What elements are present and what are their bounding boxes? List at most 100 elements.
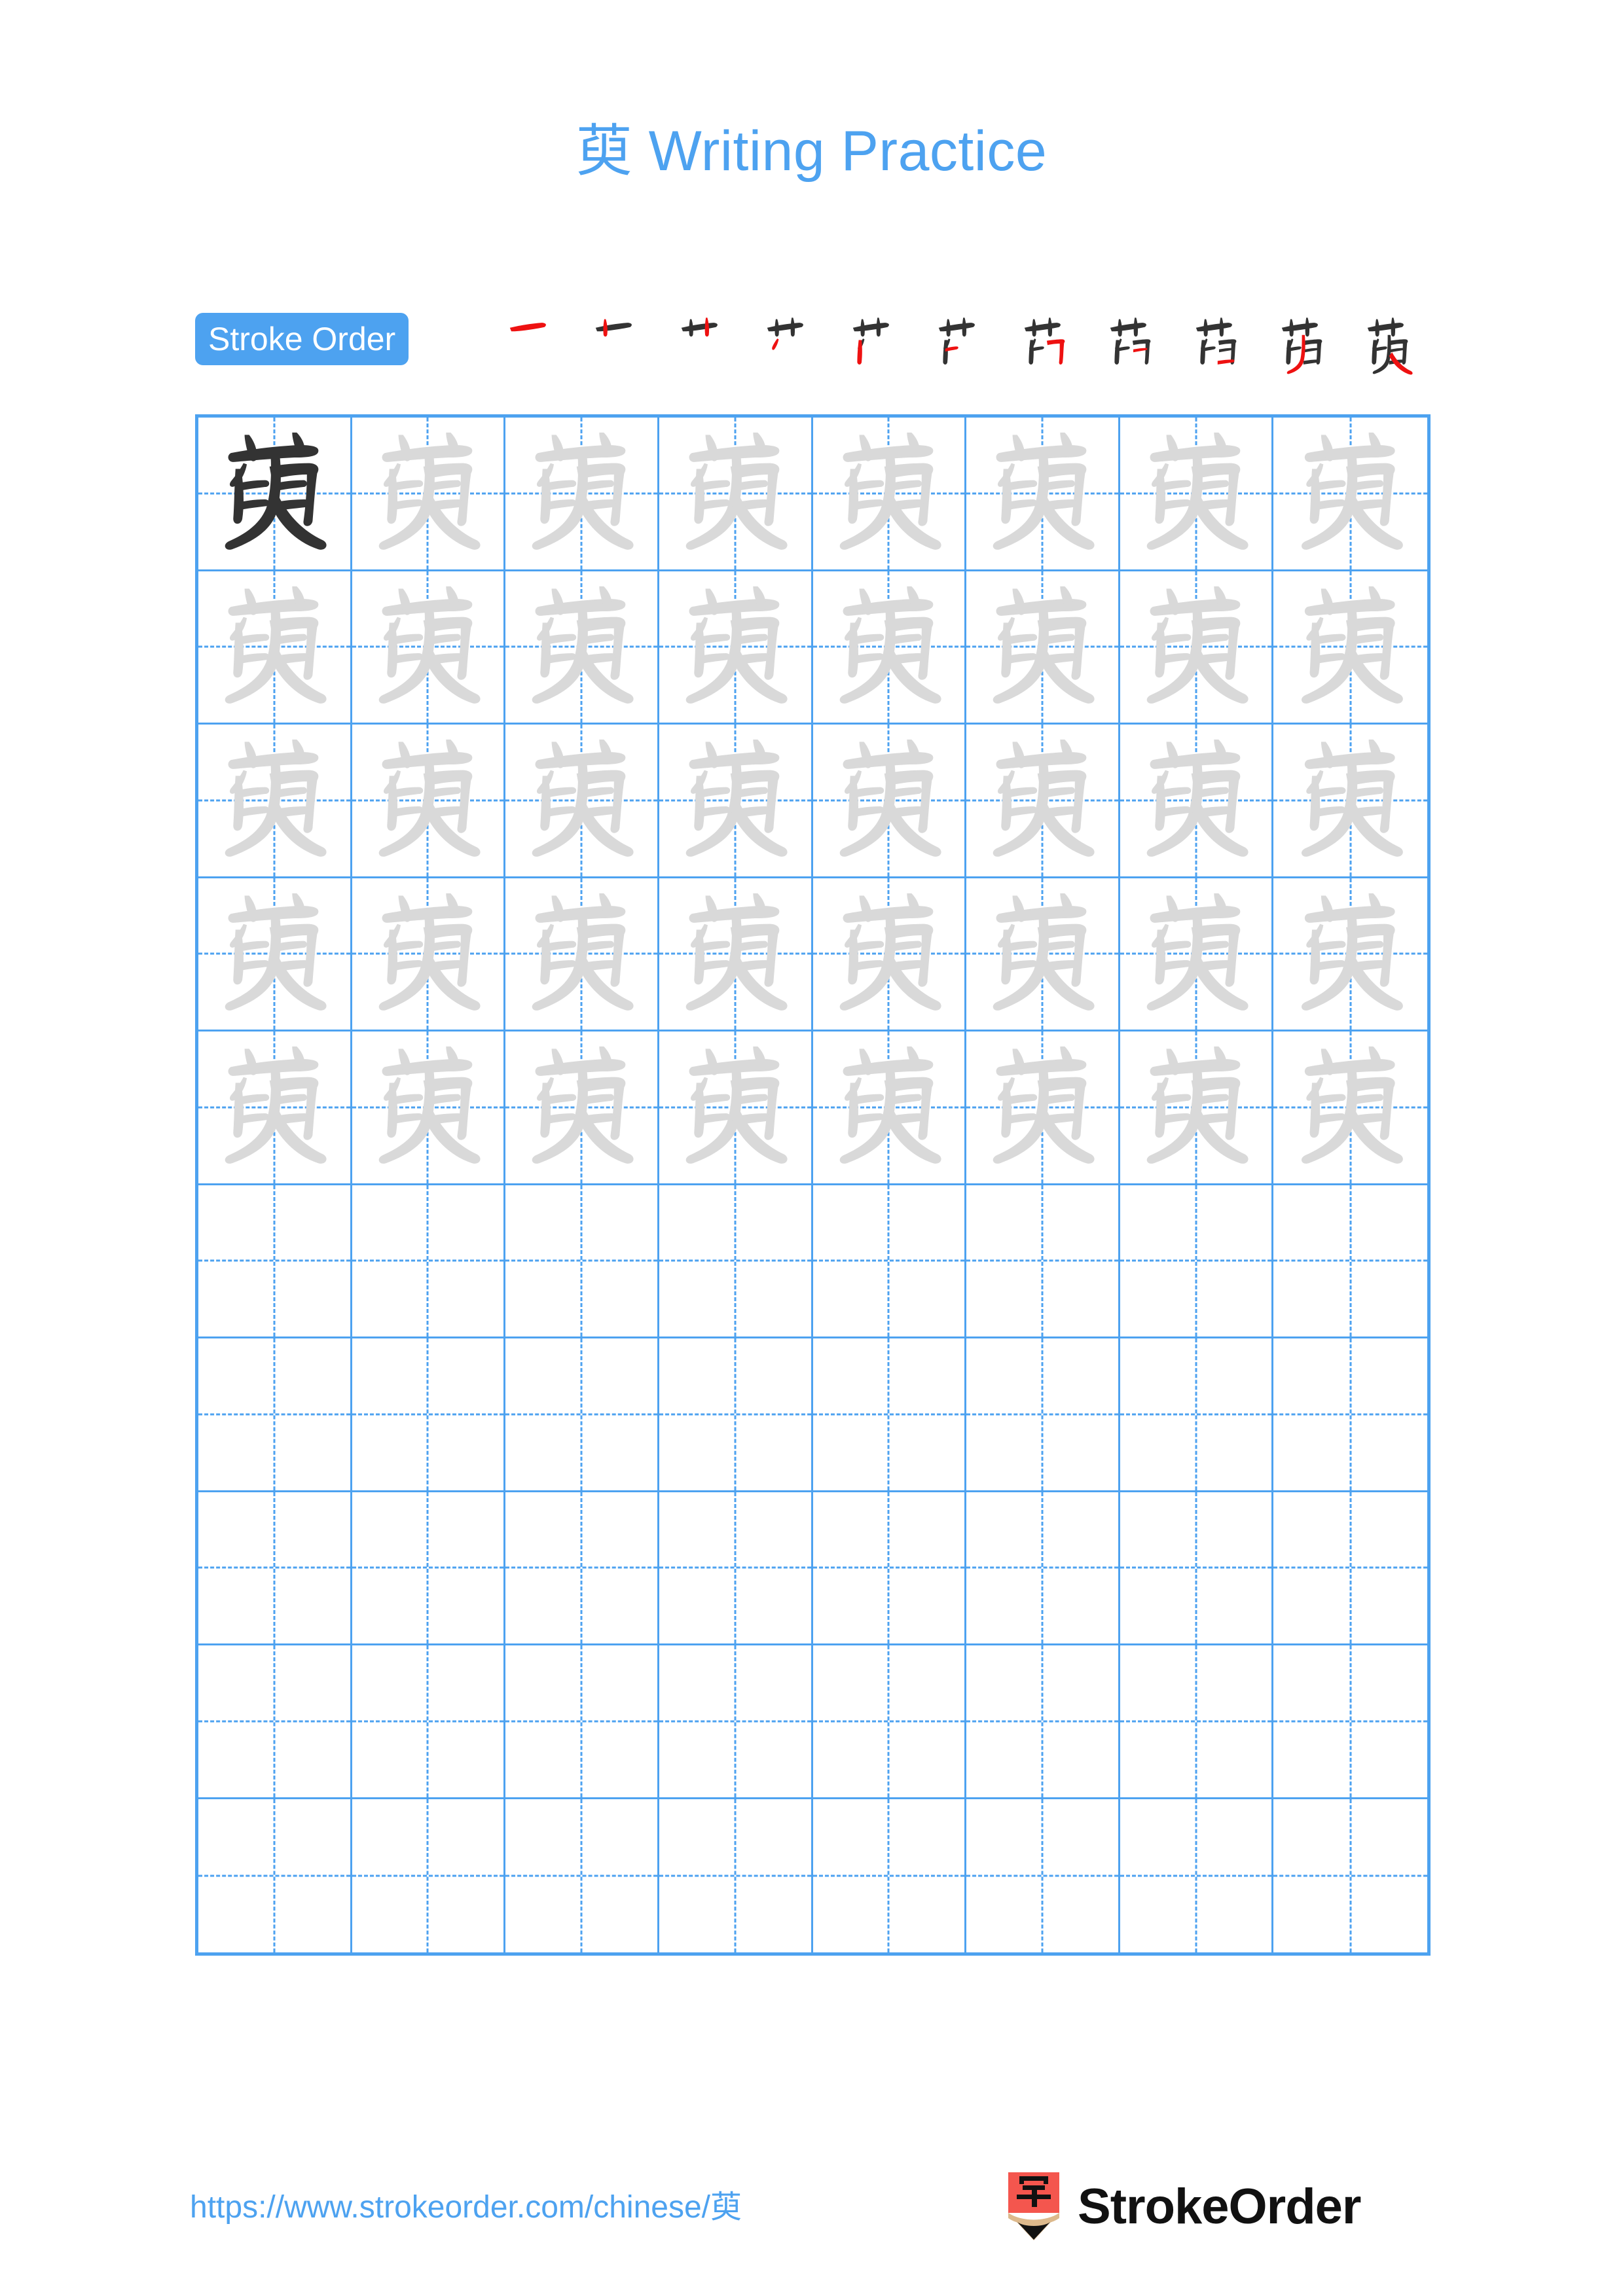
- practice-cell[interactable]: [659, 1031, 813, 1185]
- traced-character: [659, 418, 811, 569]
- practice-cell[interactable]: [352, 725, 506, 878]
- practice-cell[interactable]: [659, 1492, 813, 1645]
- practice-cell[interactable]: [352, 1031, 506, 1185]
- practice-cell[interactable]: [198, 1031, 352, 1185]
- practice-cell[interactable]: [1120, 878, 1274, 1031]
- practice-cell[interactable]: [505, 1031, 659, 1185]
- practice-cell[interactable]: [659, 878, 813, 1031]
- practice-cell[interactable]: [812, 571, 967, 725]
- practice-cell[interactable]: [1120, 1185, 1274, 1338]
- practice-cell[interactable]: [659, 571, 813, 725]
- practice-cell[interactable]: [966, 1799, 1120, 1952]
- practice-cell[interactable]: [352, 1799, 506, 1952]
- practice-cell[interactable]: [352, 571, 506, 725]
- practice-cell[interactable]: [505, 878, 659, 1031]
- practice-cell[interactable]: [1120, 1031, 1274, 1185]
- practice-cell[interactable]: [659, 1185, 813, 1338]
- traced-character: [813, 725, 965, 876]
- practice-cell[interactable]: [966, 725, 1120, 878]
- practice-cell[interactable]: [505, 1492, 659, 1645]
- practice-cell[interactable]: [966, 1185, 1120, 1338]
- practice-cell[interactable]: [966, 1338, 1120, 1492]
- practice-cell[interactable]: [1273, 725, 1427, 878]
- site-logo[interactable]: StrokeOrder: [1008, 2164, 1361, 2249]
- practice-cell[interactable]: [198, 1645, 352, 1799]
- practice-cell[interactable]: [812, 878, 967, 1031]
- practice-cell[interactable]: [352, 1492, 506, 1645]
- practice-cell[interactable]: [1120, 571, 1274, 725]
- stroke-glyph-11: [1367, 317, 1413, 375]
- stroke-glyph-6: [938, 317, 975, 365]
- practice-cell[interactable]: [352, 1645, 506, 1799]
- practice-cell[interactable]: [505, 725, 659, 878]
- practice-cell[interactable]: [812, 1492, 967, 1645]
- practice-cell[interactable]: [812, 1031, 967, 1185]
- practice-cell[interactable]: [1273, 1031, 1427, 1185]
- practice-cell[interactable]: [1120, 1492, 1274, 1645]
- traced-character: [966, 725, 1118, 876]
- practice-cell[interactable]: [352, 418, 506, 571]
- practice-cell[interactable]: [1120, 418, 1274, 571]
- stroke-glyph-9: [1195, 317, 1236, 365]
- practice-cell[interactable]: [198, 878, 352, 1031]
- footer-url-link[interactable]: https://www.strokeorder.com/chinese/萸: [190, 2181, 742, 2227]
- practice-cell[interactable]: [1273, 1799, 1427, 1953]
- practice-cell[interactable]: [659, 725, 813, 878]
- traced-character: [505, 1031, 657, 1183]
- practice-cell[interactable]: [1273, 1645, 1427, 1799]
- traced-character: [198, 571, 350, 723]
- traced-character: [1273, 418, 1427, 569]
- practice-cell[interactable]: [198, 1799, 352, 1952]
- practice-cell[interactable]: [1273, 1338, 1427, 1492]
- practice-cell[interactable]: [198, 1492, 352, 1645]
- practice-cell[interactable]: [966, 1645, 1120, 1799]
- practice-cell[interactable]: [659, 1799, 813, 1952]
- practice-cell[interactable]: [812, 1185, 967, 1338]
- practice-cell[interactable]: [198, 571, 352, 725]
- logo-wordmark: StrokeOrder: [1078, 2178, 1361, 2234]
- practice-cell[interactable]: [1273, 571, 1427, 725]
- practice-cell[interactable]: [198, 1185, 352, 1338]
- practice-cell[interactable]: [966, 418, 1120, 571]
- stroke-glyph-1: [509, 323, 546, 332]
- practice-cell[interactable]: [1273, 418, 1427, 571]
- practice-cell[interactable]: [198, 1338, 352, 1492]
- traced-character: [198, 725, 350, 876]
- practice-cell[interactable]: [966, 1492, 1120, 1645]
- stroke-step-5: [833, 308, 919, 380]
- practice-cell[interactable]: [659, 1338, 813, 1492]
- practice-cell[interactable]: [966, 571, 1120, 725]
- practice-cell[interactable]: [198, 725, 352, 878]
- practice-cell[interactable]: [659, 418, 813, 571]
- traced-character: [1273, 725, 1427, 876]
- practice-cell[interactable]: [1273, 1185, 1427, 1338]
- practice-cell[interactable]: [812, 1645, 967, 1799]
- practice-cell[interactable]: [198, 418, 352, 571]
- practice-cell[interactable]: [812, 418, 967, 571]
- traced-character: [1120, 1031, 1272, 1183]
- traced-character: [198, 1031, 350, 1183]
- practice-cell[interactable]: [1273, 878, 1427, 1031]
- practice-cell[interactable]: [1273, 1492, 1427, 1645]
- practice-cell[interactable]: [352, 1185, 506, 1338]
- practice-cell[interactable]: [1120, 1799, 1274, 1952]
- practice-cell[interactable]: [352, 878, 506, 1031]
- practice-cell[interactable]: [505, 418, 659, 571]
- traced-character: [505, 725, 657, 876]
- practice-cell[interactable]: [352, 1338, 506, 1492]
- practice-cell[interactable]: [505, 1338, 659, 1492]
- practice-cell[interactable]: [505, 1185, 659, 1338]
- practice-cell[interactable]: [505, 1645, 659, 1799]
- practice-cell[interactable]: [812, 1338, 967, 1492]
- traced-character: [505, 571, 657, 723]
- practice-cell[interactable]: [1120, 1645, 1274, 1799]
- practice-cell[interactable]: [1120, 1338, 1274, 1492]
- practice-cell[interactable]: [1120, 725, 1274, 878]
- practice-cell[interactable]: [659, 1645, 813, 1799]
- practice-cell[interactable]: [505, 571, 659, 725]
- practice-cell[interactable]: [505, 1799, 659, 1952]
- practice-cell[interactable]: [966, 878, 1120, 1031]
- practice-cell[interactable]: [813, 1799, 967, 1952]
- practice-cell[interactable]: [812, 725, 967, 878]
- practice-cell[interactable]: [966, 1031, 1120, 1185]
